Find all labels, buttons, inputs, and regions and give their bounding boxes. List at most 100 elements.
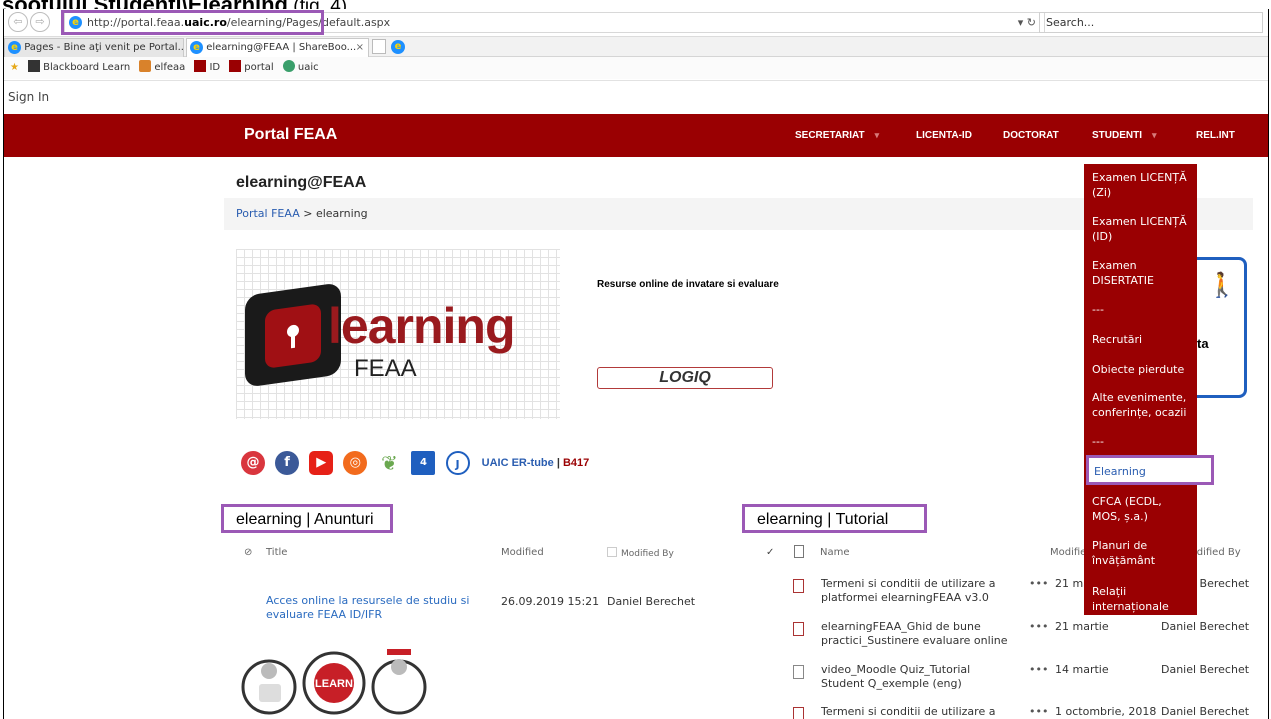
chevron-down-icon: ▾ <box>1152 130 1157 140</box>
favorites-bar: ★ Blackboard Learn elfeaa ID portal uaic <box>4 57 1268 79</box>
logo-subtitle: FEAA <box>354 355 417 382</box>
close-icon[interactable]: × <box>356 39 364 56</box>
logiq-banner[interactable]: LOGIQ <box>597 367 773 389</box>
document-modified: 21 martie <box>1055 620 1109 633</box>
more-icon[interactable]: ••• <box>1029 663 1048 677</box>
uaic-er-tube-link[interactable]: UAIC ER-tube | B417 <box>482 457 590 469</box>
forward-icon[interactable]: ⇨ <box>30 12 50 32</box>
menu-item-licenta-zi[interactable]: Examen LICENȚĂ (Zi) <box>1092 170 1192 200</box>
tab-label: elearning@FEAA | ShareBoo... <box>206 42 357 53</box>
target-icon[interactable]: ◎ <box>343 451 368 475</box>
menu-separator: --- <box>1092 435 1104 448</box>
svg-text:LEARN: LEARN <box>315 678 353 690</box>
anunturi-heading[interactable]: elearning | Anunturi <box>224 507 382 529</box>
studenti-dropdown-menu: Examen LICENȚĂ (Zi) Examen LICENȚĂ (ID) … <box>1084 164 1197 615</box>
blackboard-icon <box>28 60 41 72</box>
page-title: elearning@FEAA <box>236 174 367 191</box>
learn-online-illustration: LEARN <box>241 649 427 715</box>
leaf-icon[interactable]: ❦ <box>377 451 402 475</box>
email-icon[interactable]: @ <box>241 451 265 475</box>
favorite-portal[interactable]: portal <box>229 57 274 79</box>
menu-item-alte-evenimente[interactable]: Alte evenimente, conferințe, ocazii <box>1092 390 1192 420</box>
chevron-down-icon: ▾ <box>874 130 880 140</box>
check-icon[interactable]: ✓ <box>766 547 774 558</box>
elearning-logo: learning FEAA <box>236 249 560 419</box>
uaic-icon <box>282 60 295 72</box>
side-banner-text: ta <box>1197 336 1209 351</box>
sign-in-link[interactable]: Sign In <box>4 80 1268 113</box>
tab-elearning[interactable]: e elearning@FEAA | ShareBoo... × <box>186 38 369 57</box>
favorite-uaic[interactable]: uaic <box>282 57 319 79</box>
tab-portal[interactable]: e Pages - Bine aţi venit pe Portal... <box>4 38 184 57</box>
document-name[interactable]: video_Moodle Quiz_Tutorial Student Q_exe… <box>821 663 1011 691</box>
favorite-elfeaa[interactable]: elfeaa <box>139 57 185 79</box>
menu-item-cfca[interactable]: CFCA (ECDL, MOS, ș.a.) <box>1092 494 1192 524</box>
document-caption: sooţului Studenţi\Elearning (fig. 4) <box>0 0 1271 9</box>
nav-secretariat[interactable]: SECRETARIAT ▾ <box>795 130 879 141</box>
file-type-icon <box>794 545 804 558</box>
menu-item-recrutari[interactable]: Recrutări <box>1092 332 1192 347</box>
menu-item-elearning[interactable]: Elearning <box>1086 455 1214 485</box>
refresh-icon[interactable]: ▾ ↻ <box>1018 16 1036 29</box>
menu-separator: --- <box>1092 303 1104 316</box>
favorites-star-icon[interactable]: ★ <box>10 57 19 79</box>
menu-item-relatii-internationale[interactable]: Relații internaționale <box>1092 584 1192 614</box>
pdf-icon <box>793 622 804 636</box>
url-highlight-annotation <box>61 10 324 35</box>
nav-studenti[interactable]: STUDENTI ▾ <box>1092 130 1157 141</box>
favorite-blackboard[interactable]: Blackboard Learn <box>28 57 130 79</box>
new-tab-button[interactable] <box>372 39 386 54</box>
social-links: @ f ▶ ◎ ❦ 4 J UAIC ER-tube | B417 <box>241 451 589 481</box>
announcement-title-link[interactable]: Acces online la resursele de studiu si e… <box>266 594 481 622</box>
file-icon <box>793 665 804 679</box>
document-name[interactable]: Termeni si conditii de utilizare a platf… <box>821 577 1011 605</box>
document-modified: 14 martie <box>1055 663 1109 676</box>
resources-text: Resurse online de invatare si evaluare <box>597 279 779 290</box>
document-author: Daniel Berechet <box>1161 705 1250 718</box>
document-author: Daniel Berechet <box>1161 663 1250 676</box>
announcement-modified: 26.09.2019 15:21 <box>501 595 600 608</box>
caption-text: sooţului Studenţi\Elearning <box>2 0 288 9</box>
document-modified: 1 octombrie, 2018 <box>1055 705 1157 718</box>
search-input[interactable]: Search... <box>1039 12 1263 33</box>
youtube-icon[interactable]: ▶ <box>309 451 334 475</box>
document-author: Daniel Berechet <box>1161 620 1250 633</box>
breadcrumb-root-link[interactable]: Portal FEAA <box>236 207 300 220</box>
menu-item-licenta-id[interactable]: Examen LICENȚĂ (ID) <box>1092 214 1192 244</box>
nav-licenta-id[interactable]: LICENTA-ID <box>916 130 972 141</box>
elfeaa-icon <box>139 60 152 72</box>
tutorial-heading[interactable]: elearning | Tutorial <box>745 507 896 529</box>
nav-rel-int[interactable]: REL.INT <box>1196 130 1235 141</box>
menu-item-planuri[interactable]: Planuri de învățământ <box>1092 538 1192 568</box>
more-icon[interactable]: ••• <box>1029 705 1048 719</box>
facebook-icon[interactable]: f <box>275 451 300 475</box>
col-name[interactable]: Name <box>820 547 850 558</box>
site-header: Portal FEAA SECRETARIAT ▾ LICENTA-ID DOCT… <box>4 114 1268 157</box>
breadcrumb-current: elearning <box>315 207 368 220</box>
ie-icon[interactable]: e <box>391 40 405 54</box>
menu-item-disertatie[interactable]: Examen DISERTATIE <box>1092 258 1192 288</box>
caption-figure-ref: (fig. 4) <box>288 0 347 9</box>
attachment-icon: ⊘ <box>244 547 253 558</box>
cube-icon <box>245 282 341 388</box>
document-name[interactable]: elearningFEAA_Ghid de bune practici_Sust… <box>821 620 1011 648</box>
back-icon[interactable]: ⇦ <box>8 12 28 32</box>
document-name[interactable]: Termeni si conditii de utilizare a platf… <box>821 705 1011 719</box>
more-icon[interactable]: ••• <box>1029 577 1048 591</box>
nav-doctorat[interactable]: DOCTORAT <box>1003 130 1059 141</box>
browser-window: ⇦ ⇨ e http://portal.feaa.uaic.ro/elearni… <box>3 9 1269 719</box>
favorite-id[interactable]: ID <box>194 57 220 79</box>
logo-word: learning <box>328 298 515 354</box>
pdf-icon <box>793 707 804 719</box>
more-icon[interactable]: ••• <box>1029 620 1048 634</box>
col-modified[interactable]: Modified <box>501 547 544 558</box>
menu-item-elearning-label: Elearning <box>1094 465 1146 478</box>
portal-icon <box>229 60 242 72</box>
uaic-er-tube-icon[interactable]: J <box>445 451 470 475</box>
menu-item-obiecte-pierdute[interactable]: Obiecte pierdute <box>1092 362 1192 377</box>
ie-icon: e <box>190 40 203 54</box>
col-title[interactable]: Title <box>266 547 287 558</box>
site-brand[interactable]: Portal FEAA <box>244 126 337 144</box>
col-modified-by[interactable]: Modified By <box>607 547 674 559</box>
4icu-icon[interactable]: 4 <box>411 451 436 475</box>
